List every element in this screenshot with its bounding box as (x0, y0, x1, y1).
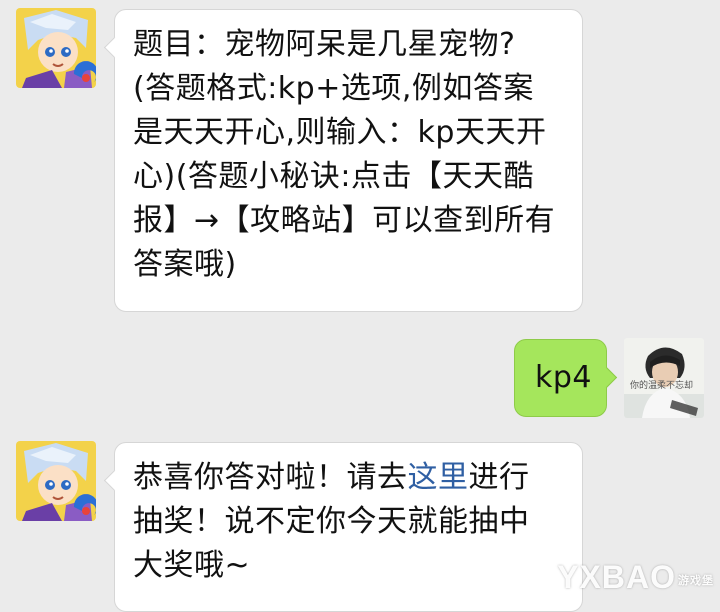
message-line: 抽奖！说不定你今天就能抽中 (133, 504, 530, 539)
bubble-tail (103, 36, 126, 59)
message-line: 答案哦) (133, 247, 237, 282)
game-character-icon (16, 8, 96, 88)
game-character-icon (16, 441, 96, 521)
message-line: 恭喜你答对啦！请去这里进行 (133, 456, 564, 500)
bot-avatar[interactable] (16, 8, 96, 88)
message-line: (答题格式:kp+选项,例如答案 (133, 71, 534, 106)
user-message-bubble[interactable]: kp4 (514, 339, 618, 417)
message-line: 大奖哦~ (133, 548, 251, 583)
message-text: 进行 (468, 460, 530, 495)
here-link[interactable]: 这里 (408, 460, 469, 495)
bot-message-bubble[interactable]: 题目：宠物阿呆是几星宠物? (答题格式:kp+选项,例如答案 是天天开心,则输入… (103, 9, 583, 312)
message-text: 恭喜你答对啦！请去 (133, 460, 408, 495)
bot-message-bubble[interactable]: 恭喜你答对啦！请去这里进行 抽奖！说不定你今天就能抽中 大奖哦~ (103, 442, 583, 612)
user-avatar[interactable]: 你的温柔不忘却 (624, 338, 704, 418)
avatar-caption: 你的温柔不忘却 (630, 381, 694, 391)
watermark-logo: YXBAO 游戏堡 (557, 559, 714, 596)
message-line: 是天天开心,则输入：kp天天开 (133, 115, 547, 150)
message-line: 心)(答题小秘诀:点击【天天酷 (133, 159, 535, 194)
message-line: 报】→【攻略站】可以查到所有 (133, 203, 556, 238)
message-line: 题目：宠物阿呆是几星宠物? (133, 27, 516, 62)
watermark-sub: 游戏堡 (678, 574, 714, 587)
bot-avatar[interactable] (16, 441, 96, 521)
watermark-text: YXBAO (557, 559, 676, 595)
bubble-tail (103, 469, 126, 492)
message-text: kp4 (535, 360, 593, 395)
